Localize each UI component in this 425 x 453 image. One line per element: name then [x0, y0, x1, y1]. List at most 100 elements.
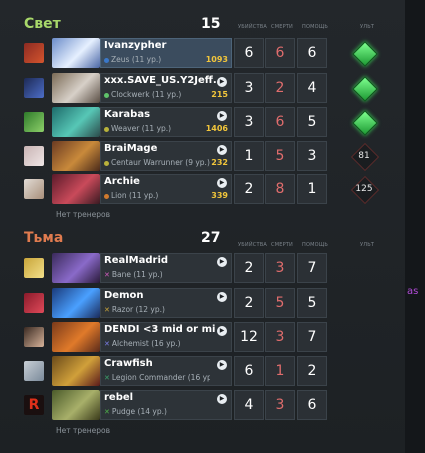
hero-level: (12 ур.): [135, 305, 165, 314]
player-name-box[interactable]: BraiMage ▶ Centaur Warrunner (9 ур.) 232: [100, 141, 232, 171]
hero-name: Alchemist: [111, 339, 149, 348]
kills-cell: 2: [234, 174, 264, 204]
dire-score: 27: [201, 230, 221, 246]
radiant-player-row[interactable]: Ivanzypher Zeus (11 ур.) 1093 6 6 6: [0, 37, 405, 69]
ult-cooldown-icon: 81: [350, 142, 380, 172]
hero-name: Centaur Warrunner: [111, 158, 183, 167]
player-name-box[interactable]: RealMadrid ▶ ✕ Bane (11 ур.): [100, 253, 232, 283]
hero-name: Zeus: [111, 55, 130, 64]
speaker-icon[interactable]: ▶: [217, 145, 227, 155]
hero-info: Centaur Warrunner (9 ур.): [104, 158, 210, 167]
assists-cell: 2: [297, 356, 327, 386]
gold-value: 215: [211, 90, 228, 99]
dire-player-row[interactable]: Demon ▶ ✕ Razor (12 ур.) 2 5 5: [0, 287, 405, 319]
speaker-icon[interactable]: ▶: [217, 178, 227, 188]
col-assists-header: Помощь: [302, 242, 329, 248]
r-logo-icon: R: [28, 397, 40, 413]
avatar[interactable]: [24, 43, 44, 63]
player-color-mark: ✕: [104, 271, 110, 279]
speaker-icon[interactable]: ▶: [217, 292, 227, 302]
hero-name: Pudge: [111, 407, 136, 416]
hero-info: Clockwerk (11 ур.): [104, 90, 210, 99]
hero-level: (11 ур.): [131, 55, 162, 64]
radiant-coaches-label: Нет тренеров: [56, 210, 111, 219]
dire-player-row[interactable]: R rebel ▶ ✕ Pudge (14 ур.) 4 3 6: [0, 389, 405, 421]
dire-player-row[interactable]: DENDI <3 mid or mid ▶ ✕ Alchemist (16 ур.…: [0, 321, 405, 353]
player-name: Demon: [104, 290, 144, 301]
player-name-box[interactable]: Archie ▶ Lion (11 ур.) 339: [100, 174, 232, 204]
player-name-box[interactable]: Karabas ▶ Weaver (11 ур.) 1406: [100, 107, 232, 137]
avatar[interactable]: [24, 327, 44, 347]
kills-cell: 6: [234, 38, 264, 68]
hero-level: (14 ур.): [137, 407, 167, 416]
ult-cooldown: 125: [355, 184, 373, 194]
assists-cell: 7: [297, 253, 327, 283]
player-name-box[interactable]: xxx.SAVE_US.Y2Jeff.x ▶ Clockwerk (11 ур.…: [100, 73, 232, 103]
gold-value: 232: [211, 158, 228, 167]
hero-portrait: [52, 73, 100, 103]
radiant-player-row[interactable]: BraiMage ▶ Centaur Warrunner (9 ур.) 232…: [0, 140, 405, 172]
avatar[interactable]: [24, 146, 44, 166]
assists-cell: 1: [297, 174, 327, 204]
hero-info: ✕ Alchemist (16 ур.): [104, 339, 210, 348]
speaker-icon[interactable]: ▶: [217, 394, 227, 404]
speaker-icon[interactable]: ▶: [217, 326, 227, 336]
deaths-cell: 3: [265, 253, 295, 283]
gold-value: 1093: [205, 55, 228, 64]
scoreboard-panel: Свет 15 Убийства Смерти Помощь Ульт Ivan…: [0, 0, 405, 453]
hero-portrait: [52, 253, 100, 283]
hero-name: Razor: [111, 305, 134, 314]
avatar[interactable]: R: [24, 395, 44, 415]
hero-portrait: [52, 38, 100, 68]
hero-portrait: [52, 390, 100, 420]
hero-name: Clockwerk: [111, 90, 150, 99]
hero-info: ✕ Razor (12 ур.): [104, 305, 210, 314]
gold-value: 1406: [205, 124, 228, 133]
player-name-box[interactable]: rebel ▶ ✕ Pudge (14 ур.): [100, 390, 232, 420]
kills-cell: 6: [234, 356, 264, 386]
hero-portrait: [52, 174, 100, 204]
avatar[interactable]: [24, 258, 44, 278]
player-name-box[interactable]: Demon ▶ ✕ Razor (12 ур.): [100, 288, 232, 318]
hero-name: Weaver: [111, 124, 140, 133]
assists-cell: 6: [297, 390, 327, 420]
side-text-fragment: as: [407, 286, 419, 297]
radiant-title: Свет: [24, 16, 61, 32]
hero-level: (11 ур.): [151, 90, 182, 99]
speaker-icon[interactable]: ▶: [217, 257, 227, 267]
hero-portrait: [52, 107, 100, 137]
player-name: RealMadrid: [104, 255, 169, 266]
dire-player-row[interactable]: RealMadrid ▶ ✕ Bane (11 ур.) 2 3 7: [0, 252, 405, 284]
player-name-box[interactable]: DENDI <3 mid or mid ▶ ✕ Alchemist (16 ур.…: [100, 322, 232, 352]
player-name-box[interactable]: Ivanzypher Zeus (11 ур.) 1093: [100, 38, 232, 68]
hero-level: (16 ур.): [151, 339, 181, 348]
hero-info: Zeus (11 ур.): [104, 55, 210, 64]
avatar[interactable]: [24, 293, 44, 313]
speaker-icon[interactable]: ▶: [217, 111, 227, 121]
avatar[interactable]: [24, 361, 44, 381]
ult-cooldown: 81: [358, 151, 370, 161]
hero-info: ✕ Pudge (14 ур.): [104, 407, 210, 416]
speaker-icon[interactable]: ▶: [217, 77, 227, 87]
dire-player-row[interactable]: Crawfish ▶ ✕Legion Commander (16 ур.) 6 …: [0, 355, 405, 387]
kills-cell: 1: [234, 141, 264, 171]
col-ult-header: Ульт: [360, 24, 375, 30]
hero-info: ✕ Bane (11 ур.): [104, 270, 210, 279]
player-name: Karabas: [104, 109, 151, 120]
radiant-player-row[interactable]: xxx.SAVE_US.Y2Jeff.x ▶ Clockwerk (11 ур.…: [0, 72, 405, 104]
hero-info: Weaver (11 ур.): [104, 124, 210, 133]
avatar[interactable]: [24, 179, 44, 199]
player-name-box[interactable]: Crawfish ▶ ✕Legion Commander (16 ур.): [100, 356, 232, 386]
speaker-icon[interactable]: ▶: [217, 360, 227, 370]
radiant-player-row[interactable]: Archie ▶ Lion (11 ур.) 339 2 8 1 125: [0, 173, 405, 205]
hero-level: (11 ур.): [141, 124, 172, 133]
avatar[interactable]: [24, 112, 44, 132]
ult-cooldown-icon: 125: [350, 175, 380, 205]
radiant-player-row[interactable]: Karabas ▶ Weaver (11 ур.) 1406 3 6 5: [0, 106, 405, 138]
radiant-score: 15: [201, 16, 221, 32]
player-color-mark: ✕: [104, 340, 110, 348]
deaths-cell: 6: [265, 107, 295, 137]
ult-ready-icon: [352, 41, 378, 67]
avatar[interactable]: [24, 78, 44, 98]
hero-portrait: [52, 356, 100, 386]
